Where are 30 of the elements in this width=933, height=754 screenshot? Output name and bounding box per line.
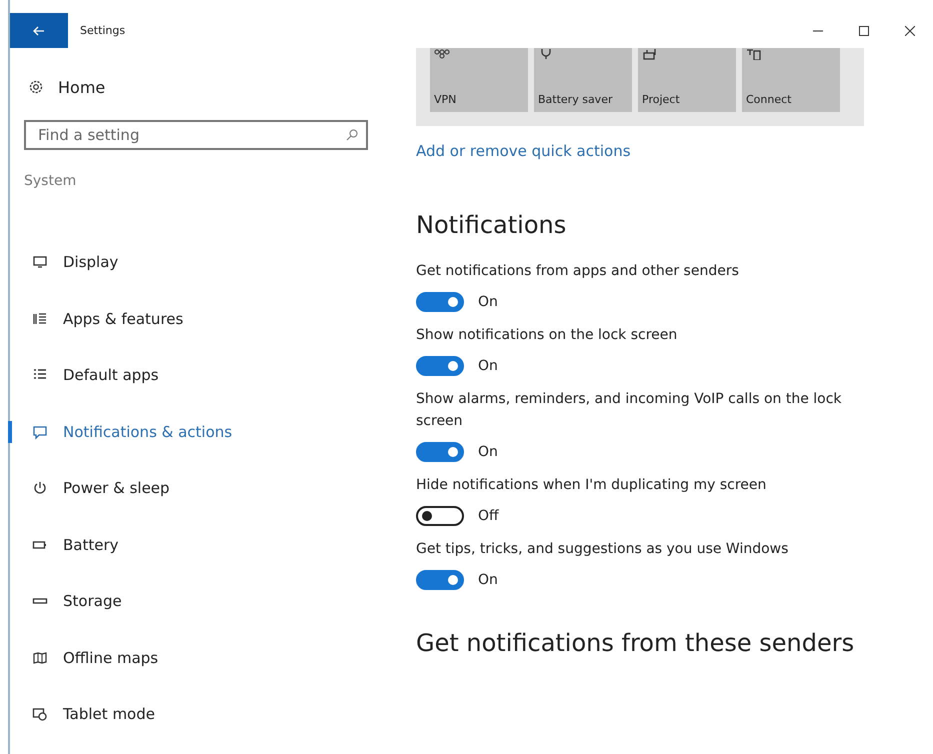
toggle-state-label: On <box>478 358 498 374</box>
toggle-state-label: On <box>478 444 498 460</box>
quick-action-tile[interactable]: Connect <box>742 48 840 112</box>
nav-item[interactable]: Notifications & actions <box>10 412 400 452</box>
setting-label: Hide notifications when I'm duplicating my screen <box>416 476 768 495</box>
search-field[interactable]: Find a setting <box>24 120 368 150</box>
setting-label: Show alarms, reminders, and incoming VoIP calls on the lock screen <box>416 390 843 431</box>
setting-label: Get notifications from apps and other senders <box>416 262 740 281</box>
section-heading: Get notifications from these senders <box>416 628 856 658</box>
nav-item[interactable]: Battery <box>10 524 400 564</box>
window-title: Settings <box>80 24 126 37</box>
home-link[interactable]: Home <box>28 76 400 98</box>
quick-action-tile[interactable]: Battery saver <box>534 48 632 112</box>
nav-item[interactable]: Display <box>10 242 400 282</box>
nav-item[interactable]: Storage <box>10 581 400 621</box>
nav-item[interactable]: Default apps <box>10 355 400 395</box>
section-heading: Notifications <box>416 210 568 240</box>
quick-action-tile[interactable]: Project <box>638 48 736 112</box>
nav-item[interactable]: Apps & features <box>10 298 400 338</box>
nav-item[interactable]: Tablet mode <box>10 694 400 734</box>
nav-item[interactable]: Offline maps <box>10 638 400 678</box>
section-label: System <box>24 173 78 191</box>
toggle-state-label: Off <box>478 508 499 524</box>
nav-item[interactable]: Power & sleep <box>10 468 400 508</box>
toggle-state-label: On <box>478 294 498 310</box>
setting-label: Show notifications on the lock screen <box>416 326 678 345</box>
setting-label: Get tips, tricks, and suggestions as you use Windows <box>416 540 790 559</box>
quick-actions-link[interactable]: Add or remove quick actions <box>416 142 631 162</box>
quick-action-tile[interactable]: VPN <box>430 48 528 112</box>
toggle-state-label: On <box>478 572 498 588</box>
